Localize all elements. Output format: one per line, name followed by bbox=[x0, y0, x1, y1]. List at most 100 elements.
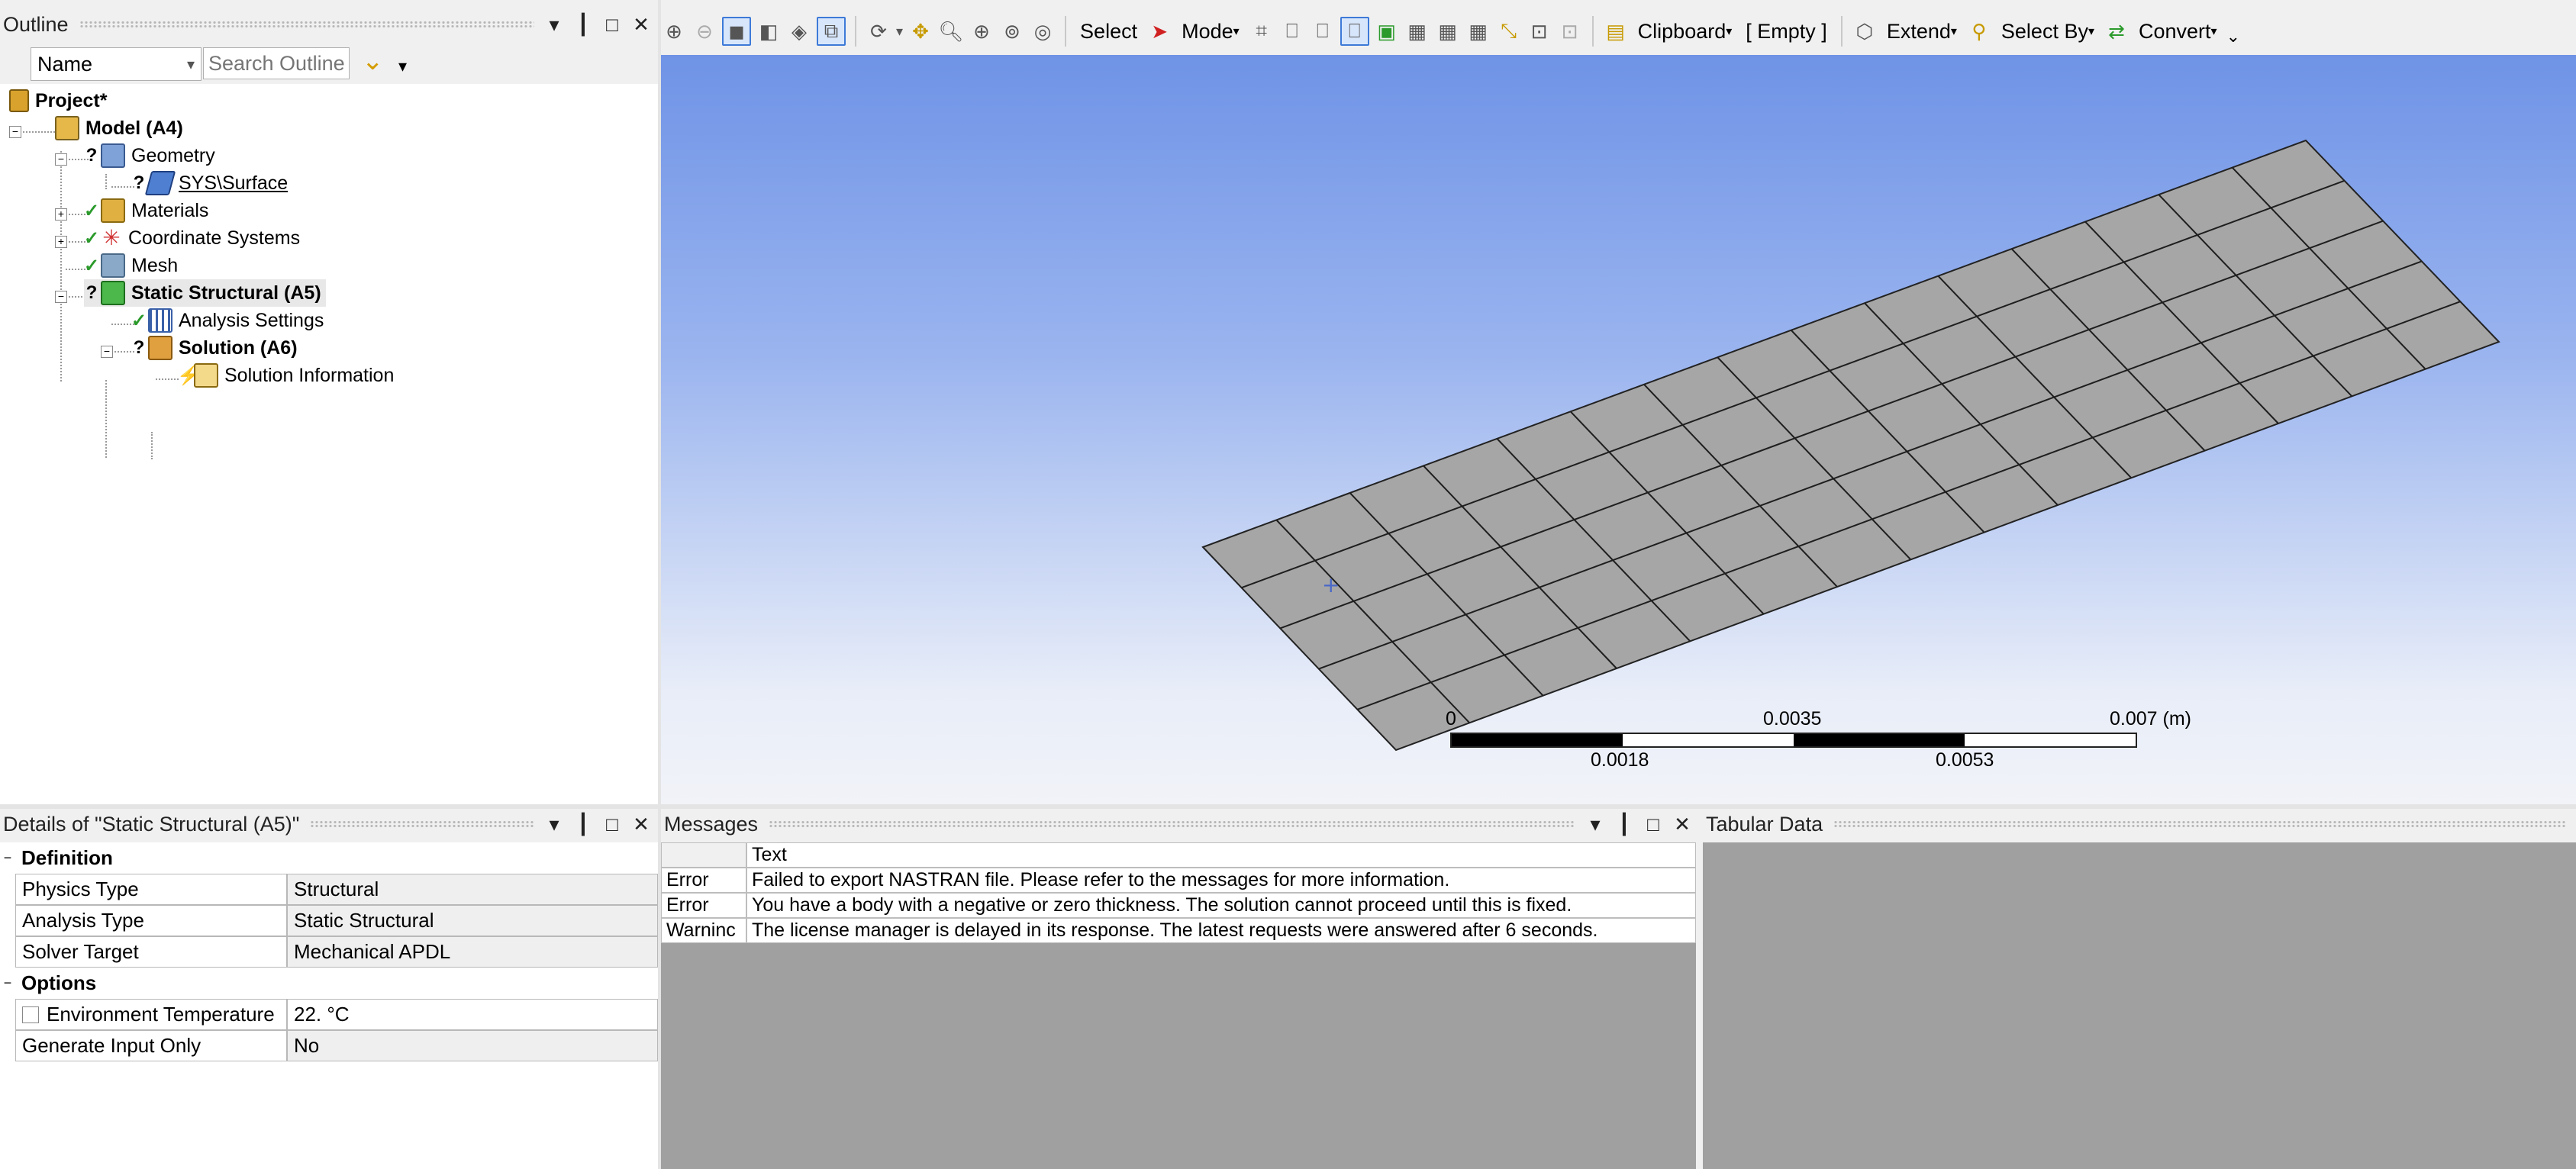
row-value[interactable]: Static Structural bbox=[287, 905, 658, 936]
toolbar-overflow-icon[interactable]: ⌄ bbox=[2226, 27, 2240, 47]
row-label: Physics Type bbox=[15, 874, 287, 905]
select-mesh-icon[interactable]: ▦ bbox=[1465, 18, 1491, 44]
close-icon[interactable]: ✕ bbox=[1673, 813, 1691, 836]
clipboard-icon[interactable]: ▤ bbox=[1603, 18, 1629, 44]
coordinate-icon[interactable]: ⤡ bbox=[1496, 18, 1522, 44]
convert-dropdown[interactable]: Convert ▾ bbox=[2134, 14, 2222, 48]
tree-item-surface-body[interactable]: ? SYS\Surface bbox=[131, 169, 288, 197]
tree-item-materials[interactable]: ✓ Materials bbox=[84, 197, 208, 224]
tree-item-coordinate-systems[interactable]: ✓ ✳ Coordinate Systems bbox=[84, 224, 300, 252]
select-node-icon[interactable]: ▦ bbox=[1404, 18, 1430, 44]
tabular-data-area bbox=[1703, 842, 2576, 1169]
magnifier-icon[interactable]: ◎ bbox=[1030, 18, 1056, 44]
maximize-icon[interactable]: □ bbox=[603, 13, 621, 37]
collapse-toggle[interactable]: − bbox=[0, 842, 15, 874]
pin-icon[interactable]: ┃ bbox=[1615, 813, 1633, 836]
panel-grip[interactable] bbox=[769, 820, 1575, 828]
edge-coloring-icon[interactable]: ⧉ bbox=[817, 17, 846, 46]
extend-icon[interactable]: ⬡ bbox=[1852, 18, 1878, 44]
clear-selection-icon[interactable]: ⊡ bbox=[1557, 18, 1583, 44]
tree-item-static-structural[interactable]: ? Static Structural (A5) bbox=[84, 279, 326, 307]
collapse-toggle[interactable]: − bbox=[0, 968, 15, 999]
tree-item-project[interactable]: Project* bbox=[9, 87, 107, 114]
select-face-icon[interactable]: ⎕ bbox=[1310, 18, 1336, 44]
label-icon[interactable]: ⊡ bbox=[1527, 18, 1552, 44]
row-value[interactable]: 22. °C bbox=[287, 999, 658, 1030]
zoom-icon[interactable]: 🔍︎ bbox=[938, 18, 964, 44]
type-column-header[interactable] bbox=[661, 842, 746, 868]
zoom-out-icon[interactable]: ⊖ bbox=[692, 18, 717, 44]
section-header[interactable]: − Options bbox=[0, 968, 658, 999]
panel-grip[interactable] bbox=[79, 21, 534, 28]
collapse-toggle[interactable]: − bbox=[55, 153, 67, 166]
row-value[interactable]: Structural bbox=[287, 874, 658, 905]
collapse-toggle[interactable]: − bbox=[101, 346, 113, 358]
text-column-header[interactable]: Text bbox=[746, 842, 1696, 868]
pin-icon[interactable]: ┃ bbox=[574, 13, 592, 37]
tree-item-solution-information[interactable]: ⚡ Solution Information bbox=[177, 362, 394, 389]
panel-grip[interactable] bbox=[1833, 820, 2565, 828]
pin-icon[interactable]: ┃ bbox=[574, 813, 592, 836]
select-edge-icon[interactable]: ⎕ bbox=[1279, 18, 1305, 44]
panel-splitter[interactable] bbox=[1696, 809, 1703, 1169]
expand-toggle[interactable]: + bbox=[55, 208, 67, 221]
collapse-toggle[interactable]: − bbox=[55, 291, 67, 303]
message-row[interactable]: Warninc The license manager is delayed i… bbox=[661, 918, 1696, 943]
convert-icon[interactable]: ⇄ bbox=[2104, 18, 2129, 44]
panel-grip[interactable] bbox=[310, 820, 534, 828]
name-filter-value: Name bbox=[37, 52, 93, 76]
details-row-environment-temperature[interactable]: Environment Temperature 22. °C bbox=[15, 999, 658, 1030]
wireframe-view-icon[interactable]: ◧ bbox=[756, 18, 782, 44]
dropdown-icon[interactable]: ▾ bbox=[545, 13, 563, 37]
row-value[interactable]: Mechanical APDL bbox=[287, 936, 658, 968]
tree-item-geometry[interactable]: ? Geometry bbox=[84, 142, 215, 169]
dropdown-icon[interactable]: ▾ bbox=[545, 813, 563, 836]
expand-toggle[interactable]: + bbox=[55, 236, 67, 248]
rotate-icon[interactable]: ⟳ bbox=[866, 18, 891, 44]
name-filter-select[interactable]: Name ▾ bbox=[31, 47, 202, 81]
expand-search-icon[interactable]: ⌄ bbox=[362, 46, 384, 76]
details-row-analysis-type[interactable]: Analysis Type Static Structural bbox=[15, 905, 658, 936]
select-button[interactable]: Select bbox=[1075, 14, 1142, 48]
select-by-icon[interactable]: ⚲ bbox=[1966, 18, 1992, 44]
cursor-icon[interactable]: ➤ bbox=[1146, 18, 1172, 44]
close-icon[interactable]: ✕ bbox=[632, 13, 650, 37]
select-element-icon[interactable]: ▦ bbox=[1435, 18, 1461, 44]
tree-item-model[interactable]: Model (A4) bbox=[55, 114, 183, 142]
chevron-down-icon[interactable]: ▾ bbox=[896, 24, 903, 40]
clipboard-dropdown[interactable]: Clipboard ▾ bbox=[1633, 14, 1737, 48]
show-vertices-icon[interactable]: ◈ bbox=[786, 18, 812, 44]
select-element-face-icon[interactable]: ▣ bbox=[1374, 18, 1400, 44]
zoom-to-fit-icon[interactable]: ⊚ bbox=[999, 18, 1025, 44]
select-vertex-icon[interactable]: ⌗ bbox=[1249, 18, 1275, 44]
details-row-physics-type[interactable]: Physics Type Structural bbox=[15, 874, 658, 905]
maximize-icon[interactable]: □ bbox=[603, 813, 621, 836]
search-outline-input[interactable] bbox=[203, 47, 350, 79]
row-value[interactable]: No bbox=[287, 1030, 658, 1061]
details-row-generate-input-only[interactable]: Generate Input Only No bbox=[15, 1030, 658, 1061]
solid-view-icon[interactable]: ◼ bbox=[722, 17, 751, 46]
tree-item-mesh[interactable]: ✓ Mesh bbox=[84, 252, 178, 279]
pan-icon[interactable]: ✥ bbox=[908, 18, 933, 44]
maximize-icon[interactable]: □ bbox=[1644, 813, 1662, 836]
section-header[interactable]: − Definition bbox=[0, 842, 658, 874]
toolbar-overflow-icon[interactable]: ▾ bbox=[398, 56, 407, 76]
extend-dropdown[interactable]: Extend ▾ bbox=[1882, 14, 1962, 48]
dropdown-icon[interactable]: ▾ bbox=[1586, 813, 1604, 836]
mode-dropdown[interactable]: Mode ▾ bbox=[1177, 14, 1244, 48]
details-row-solver-target[interactable]: Solver Target Mechanical APDL bbox=[15, 936, 658, 968]
select-body-icon[interactable]: ⎕ bbox=[1340, 17, 1369, 46]
collapse-toggle[interactable]: − bbox=[9, 126, 21, 138]
tree-item-analysis-settings[interactable]: ✓ Analysis Settings bbox=[131, 307, 324, 334]
message-row[interactable]: Error You have a body with a negative or… bbox=[661, 893, 1696, 918]
zoom-in-icon[interactable]: ⊕ bbox=[661, 18, 687, 44]
box-zoom-icon[interactable]: ⊕ bbox=[969, 18, 995, 44]
tree-item-solution[interactable]: ? Solution (A6) bbox=[131, 334, 298, 362]
mesh-plate[interactable]: + bbox=[661, 55, 2576, 804]
select-by-dropdown[interactable]: Select By ▾ bbox=[1997, 14, 2099, 48]
surface-body[interactable] bbox=[1201, 139, 2500, 752]
graphics-viewport[interactable]: + 0 0.0035 0.007 (m) 0.0018 0.0053 bbox=[661, 55, 2576, 804]
parameter-checkbox[interactable] bbox=[22, 1006, 39, 1023]
message-row[interactable]: Error Failed to export NASTRAN file. Ple… bbox=[661, 868, 1696, 893]
close-icon[interactable]: ✕ bbox=[632, 813, 650, 836]
